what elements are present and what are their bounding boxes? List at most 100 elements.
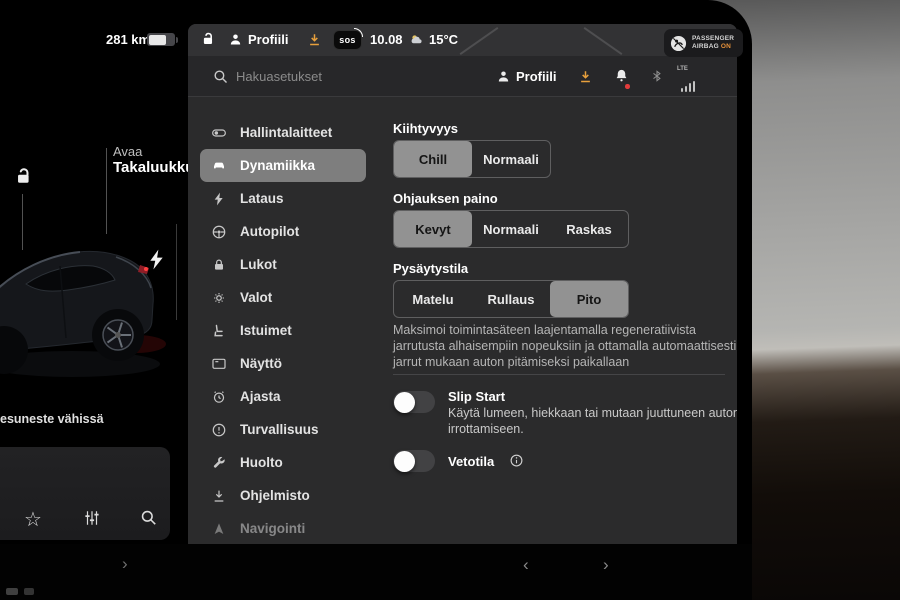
light-icon	[211, 290, 227, 306]
settings-panel: Profiili sos 10.08 15°C	[188, 24, 737, 544]
section-label-acceleration: Kiihtyvyys	[393, 121, 458, 136]
sidebar-item-lataus[interactable]: Lataus	[200, 182, 366, 215]
favorites-star-icon[interactable]: ☆	[24, 507, 42, 532]
slip-start-description: Käytä lumeen, hiekkaan tai mutaan juuttu…	[448, 405, 737, 437]
leader-line-trunk	[106, 148, 107, 234]
sidebar-item-lukot[interactable]: Lukot	[200, 248, 366, 281]
trunk-action-word1: Avaa	[113, 144, 194, 159]
unlock-icon[interactable]	[13, 166, 35, 188]
option-normaali[interactable]: Normaali	[472, 211, 550, 247]
battery-range: 281 km	[106, 31, 150, 49]
search-icon	[212, 68, 229, 85]
unlock-status-icon[interactable]	[200, 31, 217, 48]
sos-badge[interactable]: sos	[333, 30, 362, 50]
status-glyph	[24, 588, 34, 595]
toggle-knob	[394, 392, 415, 413]
search-icon[interactable]	[139, 508, 158, 527]
expand-chevron-icon[interactable]: ›	[122, 554, 128, 574]
steering-wheel-icon	[211, 224, 227, 240]
leader-line-chargeport	[176, 224, 177, 320]
option-pito[interactable]: Pito	[550, 281, 628, 317]
option-chill[interactable]: Chill	[394, 141, 472, 177]
sidebar-label: Turvallisuus	[240, 422, 319, 437]
notifications-bell-icon[interactable]	[614, 68, 629, 83]
profile-person-icon[interactable]	[496, 69, 511, 84]
software-update-icon[interactable]	[307, 32, 322, 47]
sidebar-label: Valot	[240, 290, 272, 305]
option-matelu[interactable]: Matelu	[394, 281, 472, 317]
car-pillar-line-left	[460, 27, 499, 55]
stopping-mode-segmented-control: Matelu Rullaus Pito	[393, 280, 629, 318]
touchscreen: 281 km	[0, 0, 752, 600]
slip-start-label: Slip Start	[448, 389, 505, 404]
toggle-knob	[394, 451, 415, 472]
status-glyph	[6, 588, 18, 595]
media-next-icon[interactable]: ›	[603, 555, 609, 575]
quick-controls-card: ☆	[0, 447, 170, 540]
sidebar-item-turvallisuus[interactable]: Turvallisuus	[200, 413, 366, 446]
sidebar-label: Hallintalaitteet	[240, 125, 332, 140]
traction-mode-toggle[interactable]	[393, 450, 435, 472]
option-raskas[interactable]: Raskas	[550, 211, 628, 247]
outside-temperature[interactable]: 15°C	[429, 32, 458, 47]
profile-button[interactable]: Profiili	[516, 69, 556, 84]
profile-person-icon[interactable]	[228, 32, 243, 47]
sidebar-label: Ajasta	[240, 389, 281, 404]
panel-status-bar: Profiili sos 10.08 15°C	[188, 24, 737, 56]
app-dock: 0.0 › •••	[0, 544, 752, 600]
airbag-state: ON	[721, 43, 731, 50]
sidebar-item-hallintalaitteet[interactable]: Hallintalaitteet	[200, 116, 366, 149]
settings-search-input[interactable]	[236, 64, 486, 88]
airbag-icon	[670, 35, 687, 52]
sidebar-label: Ohjelmisto	[240, 488, 310, 503]
sidebar-label: Lukot	[240, 257, 277, 272]
sidebar-item-autopilot[interactable]: Autopilot	[200, 215, 366, 248]
slip-start-toggle[interactable]	[393, 391, 435, 413]
open-trunk-button[interactable]: Avaa Takaluukku	[113, 144, 194, 176]
media-previous-icon[interactable]: ‹	[523, 555, 529, 575]
equalizer-icon[interactable]	[83, 509, 101, 527]
clock: 10.08	[370, 32, 403, 47]
sidebar-item-ohjelmisto[interactable]: Ohjelmisto	[200, 479, 366, 512]
passenger-airbag-badge: PASSENGER AIRBAG ON	[664, 29, 743, 57]
sidebar-label: Dynamiikka	[240, 158, 315, 173]
alert-circle-icon	[211, 422, 227, 438]
sidebar-item-huolto[interactable]: Huolto	[200, 446, 366, 479]
leader-line-lock	[22, 194, 23, 250]
sidebar-item-ajasta[interactable]: Ajasta	[200, 380, 366, 413]
alarm-clock-icon	[211, 389, 227, 405]
option-normaali[interactable]: Normaali	[472, 141, 550, 177]
lock-icon	[211, 257, 227, 273]
acceleration-segmented-control: Chill Normaali	[393, 140, 551, 178]
washer-fluid-warning: esuneste vähissä	[0, 412, 104, 426]
charge-port-icon[interactable]	[149, 249, 164, 270]
notification-dot	[625, 84, 630, 89]
lightning-icon	[211, 191, 227, 207]
range-text: 281 km	[106, 32, 150, 47]
option-rullaus[interactable]: Rullaus	[472, 281, 550, 317]
display-icon	[211, 356, 227, 372]
option-kevyt[interactable]: Kevyt	[394, 211, 472, 247]
sidebar-item-naytto[interactable]: Näyttö	[200, 347, 366, 380]
info-icon[interactable]	[509, 453, 524, 468]
profile-button[interactable]: Profiili	[248, 32, 288, 47]
sidebar-label: Näyttö	[240, 356, 282, 371]
airbag-line2: AIRBAG	[692, 43, 719, 50]
sidebar-item-dynamiikka[interactable]: Dynamiikka	[200, 149, 366, 182]
network-type-label: LTE	[677, 66, 688, 72]
sidebar-label: Huolto	[240, 455, 283, 470]
sidebar-item-valot[interactable]: Valot	[200, 281, 366, 314]
sidebar-label: Istuimet	[240, 323, 292, 338]
sidebar-item-istuimet[interactable]: Istuimet	[200, 314, 366, 347]
section-divider	[393, 374, 725, 375]
sidebar-item-navigointi[interactable]: Navigointi	[200, 512, 366, 544]
download-icon	[211, 488, 227, 504]
airbag-line1: PASSENGER	[692, 35, 734, 42]
software-update-icon[interactable]	[578, 69, 593, 84]
sidebar-label: Lataus	[240, 191, 284, 206]
car-rendering	[0, 232, 172, 382]
bluetooth-icon[interactable]	[650, 68, 664, 84]
nav-arrow-icon	[211, 521, 227, 537]
steering-segmented-control: Kevyt Normaali Raskas	[393, 210, 629, 248]
trunk-action-word2: Takaluukku	[113, 159, 194, 176]
